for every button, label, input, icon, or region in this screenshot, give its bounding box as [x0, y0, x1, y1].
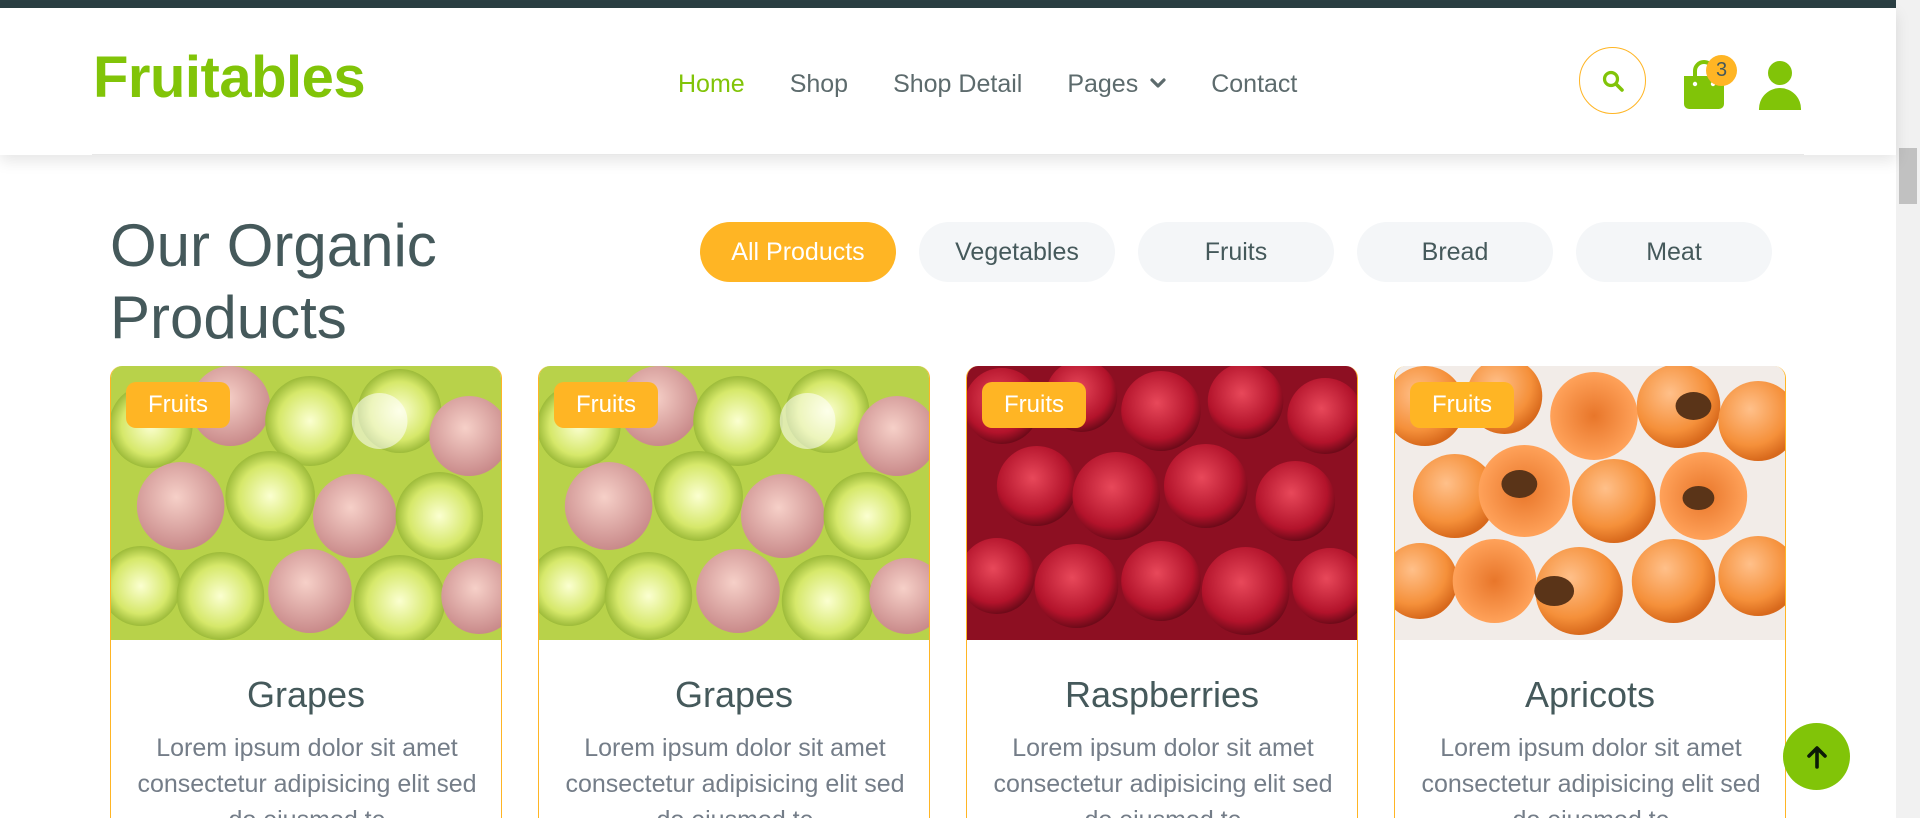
product-description: Lorem ipsum dolor sit amet consectetur a… [1421, 734, 1761, 818]
search-icon [1602, 70, 1624, 92]
cart-count-badge: 3 [1706, 55, 1737, 86]
product-description: Lorem ipsum dolor sit amet consectetur a… [565, 734, 905, 818]
product-name: Raspberries [1064, 674, 1260, 715]
product-name: Grapes [246, 674, 366, 715]
nav-link-pages-label: Pages [1067, 70, 1139, 98]
main-nav: Home Shop Shop Detail Pages Contact [678, 70, 1342, 99]
search-button[interactable] [1579, 47, 1646, 114]
tab-all-products[interactable]: All Products [700, 222, 896, 282]
category-badge: Fruits [982, 382, 1086, 428]
back-to-top-button[interactable] [1783, 723, 1850, 790]
category-badge: Fruits [126, 382, 230, 428]
tab-fruits[interactable]: Fruits [1138, 222, 1334, 282]
logo[interactable]: Fruitables [93, 44, 366, 111]
product-card[interactable]: Fruits Apricots Lorem ipsum dolor sit am… [1394, 366, 1786, 818]
tab-vegetables[interactable]: Vegetables [919, 222, 1115, 282]
nav-link-pages[interactable]: Pages [1067, 70, 1166, 99]
product-card[interactable]: Fruits Grapes Lorem ipsum dolor sit amet… [538, 366, 930, 818]
category-badge: Fruits [1410, 382, 1514, 428]
tab-bread[interactable]: Bread [1357, 222, 1553, 282]
navbar: Fruitables Home Shop Shop Detail Pages C… [0, 8, 1896, 155]
category-badge: Fruits [554, 382, 658, 428]
section-title: Our Organic Products [110, 212, 437, 351]
nav-divider [92, 154, 1804, 155]
nav-link-home[interactable]: Home [678, 70, 745, 99]
product-name: Grapes [674, 674, 794, 715]
arrow-up-icon [1806, 745, 1827, 769]
tab-meat[interactable]: Meat [1576, 222, 1772, 282]
product-card[interactable]: Fruits Raspberries Lorem ipsum dolor sit… [966, 366, 1358, 818]
nav-link-contact[interactable]: Contact [1211, 70, 1297, 99]
product-description: Lorem ipsum dolor sit amet consectetur a… [137, 734, 477, 818]
user-icon[interactable] [1757, 60, 1803, 112]
top-bar [0, 0, 1920, 8]
chevron-down-icon [1150, 78, 1166, 88]
scrollbar-thumb[interactable] [1899, 148, 1917, 204]
scrollbar-track[interactable] [1896, 0, 1920, 818]
nav-link-shop-detail[interactable]: Shop Detail [893, 70, 1022, 99]
product-name: Apricots [1524, 674, 1656, 715]
nav-link-shop[interactable]: Shop [790, 70, 848, 99]
product-description: Lorem ipsum dolor sit amet consectetur a… [993, 734, 1333, 818]
product-card[interactable]: Fruits Grapes Lorem ipsum dolor sit amet… [110, 366, 502, 818]
